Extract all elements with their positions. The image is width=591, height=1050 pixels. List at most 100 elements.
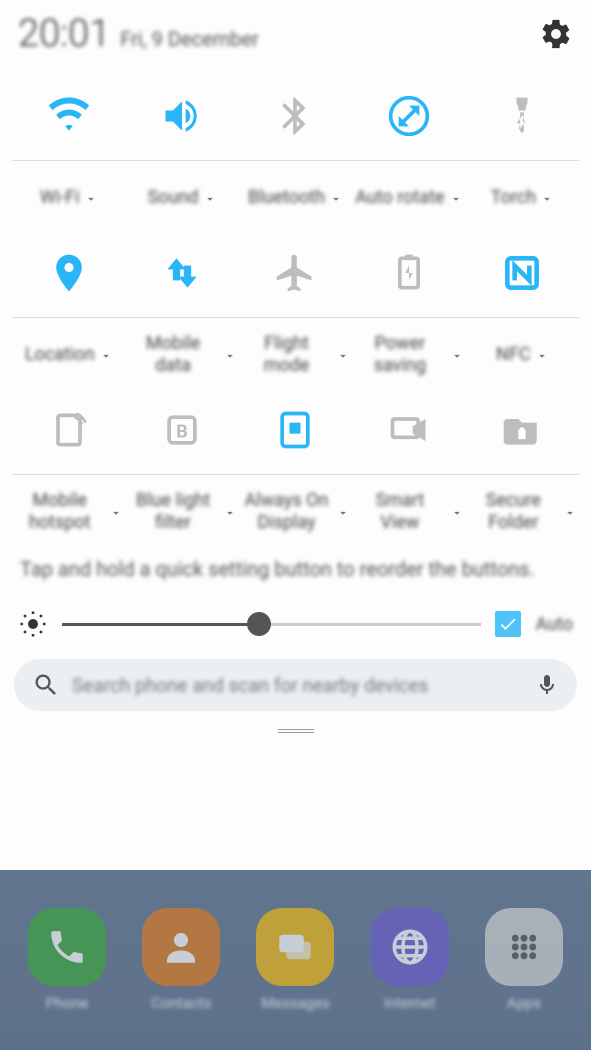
settings-icon[interactable] bbox=[539, 17, 573, 51]
svg-text:B: B bbox=[176, 421, 188, 442]
rotate-icon bbox=[387, 94, 431, 138]
dock-label: Contacts bbox=[151, 994, 211, 1012]
qs-tile-label: Mobile hotspot bbox=[14, 490, 105, 533]
search-bar[interactable]: Search phone and scan for nearby devices bbox=[14, 659, 577, 711]
qs-tile-flight[interactable]: Flight mode bbox=[239, 225, 352, 382]
qs-tile-expand[interactable]: Mobile hotspot bbox=[12, 485, 125, 539]
mic-icon[interactable] bbox=[535, 673, 559, 697]
dock-item-apps[interactable]: Apps bbox=[467, 908, 581, 1012]
auto-brightness-label: Auto bbox=[535, 614, 573, 635]
qs-tile-expand[interactable]: Sound bbox=[146, 171, 219, 225]
qs-tile-torch[interactable]: Torch bbox=[466, 68, 579, 225]
chevron-down-icon bbox=[99, 348, 113, 362]
aod-icon bbox=[273, 408, 317, 452]
qs-tile-sound[interactable]: Sound bbox=[125, 68, 238, 225]
bluelight-icon: B bbox=[160, 408, 204, 452]
qs-tile-label: Auto rotate bbox=[355, 187, 444, 209]
qs-tile-expand[interactable]: Auto rotate bbox=[353, 171, 464, 225]
qs-tile-expand[interactable]: Power saving bbox=[352, 328, 465, 382]
qs-tile-hotspot[interactable]: Mobile hotspot bbox=[12, 382, 125, 539]
chevron-down-icon bbox=[223, 505, 237, 519]
qs-tile-bluelight[interactable]: B Blue light filter bbox=[125, 382, 238, 539]
chevron-down-icon bbox=[540, 191, 554, 205]
dock-label: Messages bbox=[261, 994, 330, 1012]
dock-label: Phone bbox=[46, 994, 89, 1012]
qs-tile-location[interactable]: Location bbox=[12, 225, 125, 382]
chevron-down-icon bbox=[84, 191, 98, 205]
dock-item-globe[interactable]: Internet bbox=[353, 908, 467, 1012]
qs-tile-expand[interactable]: Secure Folder bbox=[466, 485, 579, 539]
qs-tile-label: Secure Folder bbox=[468, 490, 559, 533]
qs-tile-rotate[interactable]: Auto rotate bbox=[352, 68, 465, 225]
chevron-down-icon bbox=[450, 348, 464, 362]
dock-item-message[interactable]: Messages bbox=[238, 908, 352, 1012]
qs-tile-expand[interactable]: Blue light filter bbox=[125, 485, 238, 539]
dock-label: Internet bbox=[384, 994, 435, 1012]
brightness-icon bbox=[18, 609, 48, 639]
qs-tile-expand[interactable]: Flight mode bbox=[239, 328, 352, 382]
message-icon bbox=[256, 908, 334, 986]
wifi-icon bbox=[47, 94, 91, 138]
bluetooth-icon bbox=[273, 94, 317, 138]
chevron-down-icon bbox=[203, 191, 217, 205]
chevron-down-icon bbox=[450, 505, 464, 519]
qs-tile-wifi[interactable]: Wi-Fi bbox=[12, 68, 125, 225]
qs-tile-smartview[interactable]: Smart View bbox=[352, 382, 465, 539]
chevron-down-icon bbox=[563, 505, 577, 519]
apps-icon bbox=[485, 908, 563, 986]
dock-item-phone[interactable]: Phone bbox=[10, 908, 124, 1012]
qs-tile-label: Bluetooth bbox=[248, 187, 325, 209]
qs-tile-securefolder[interactable]: Secure Folder bbox=[466, 382, 579, 539]
dock-label: Apps bbox=[507, 994, 541, 1012]
globe-icon bbox=[371, 908, 449, 986]
chevron-down-icon bbox=[449, 191, 463, 205]
phone-icon bbox=[28, 908, 106, 986]
securefolder-icon bbox=[500, 408, 544, 452]
brightness-slider[interactable] bbox=[62, 609, 481, 639]
qs-tile-mobiledata[interactable]: Mobile data bbox=[125, 225, 238, 382]
auto-brightness-checkbox[interactable] bbox=[495, 611, 521, 637]
qs-tile-expand[interactable]: Bluetooth bbox=[246, 171, 345, 225]
mobiledata-icon bbox=[160, 251, 204, 295]
location-icon bbox=[47, 251, 91, 295]
qs-tile-nfc[interactable]: NFC bbox=[466, 225, 579, 382]
flight-icon bbox=[273, 251, 317, 295]
nfc-icon bbox=[500, 251, 544, 295]
power-icon bbox=[387, 251, 431, 295]
chevron-down-icon bbox=[109, 505, 123, 519]
qs-tile-bluetooth[interactable]: Bluetooth bbox=[239, 68, 352, 225]
clock-time: 20:01 bbox=[18, 12, 110, 56]
qs-tile-label: Mobile data bbox=[127, 333, 218, 376]
hotspot-icon bbox=[47, 408, 91, 452]
chevron-down-icon bbox=[223, 348, 237, 362]
chevron-down-icon bbox=[329, 191, 343, 205]
qs-tile-label: Flight mode bbox=[241, 333, 332, 376]
qs-tile-expand[interactable]: Mobile data bbox=[125, 328, 238, 382]
contact-icon bbox=[142, 908, 220, 986]
qs-tile-label: Power saving bbox=[354, 333, 445, 376]
qs-tile-power[interactable]: Power saving bbox=[352, 225, 465, 382]
qs-tile-label: Blue light filter bbox=[127, 490, 218, 533]
qs-tile-aod[interactable]: Always On Display bbox=[239, 382, 352, 539]
qs-tile-expand[interactable]: Smart View bbox=[352, 485, 465, 539]
qs-tile-label: Smart View bbox=[354, 490, 445, 533]
qs-tile-expand[interactable]: Location bbox=[23, 328, 115, 382]
qs-tile-label: Torch bbox=[491, 187, 536, 209]
panel-handle[interactable] bbox=[0, 711, 591, 743]
qs-tile-label: Wi-Fi bbox=[40, 187, 80, 209]
qs-tile-label: Sound bbox=[148, 187, 199, 209]
help-text: Tap and hold a quick setting button to r… bbox=[0, 539, 591, 603]
qs-tile-label: Location bbox=[25, 344, 95, 366]
qs-tile-expand[interactable]: Torch bbox=[489, 171, 556, 225]
smartview-icon bbox=[387, 408, 431, 452]
chevron-down-icon bbox=[336, 505, 350, 519]
qs-tile-expand[interactable]: Always On Display bbox=[239, 485, 352, 539]
search-placeholder: Search phone and scan for nearby devices bbox=[72, 674, 523, 697]
qs-tile-label: Always On Display bbox=[241, 490, 332, 533]
torch-icon bbox=[500, 94, 544, 138]
dock-item-contact[interactable]: Contacts bbox=[124, 908, 238, 1012]
sound-icon bbox=[160, 94, 204, 138]
qs-tile-expand[interactable]: NFC bbox=[494, 328, 551, 382]
qs-tile-expand[interactable]: Wi-Fi bbox=[38, 171, 100, 225]
chevron-down-icon bbox=[336, 348, 350, 362]
